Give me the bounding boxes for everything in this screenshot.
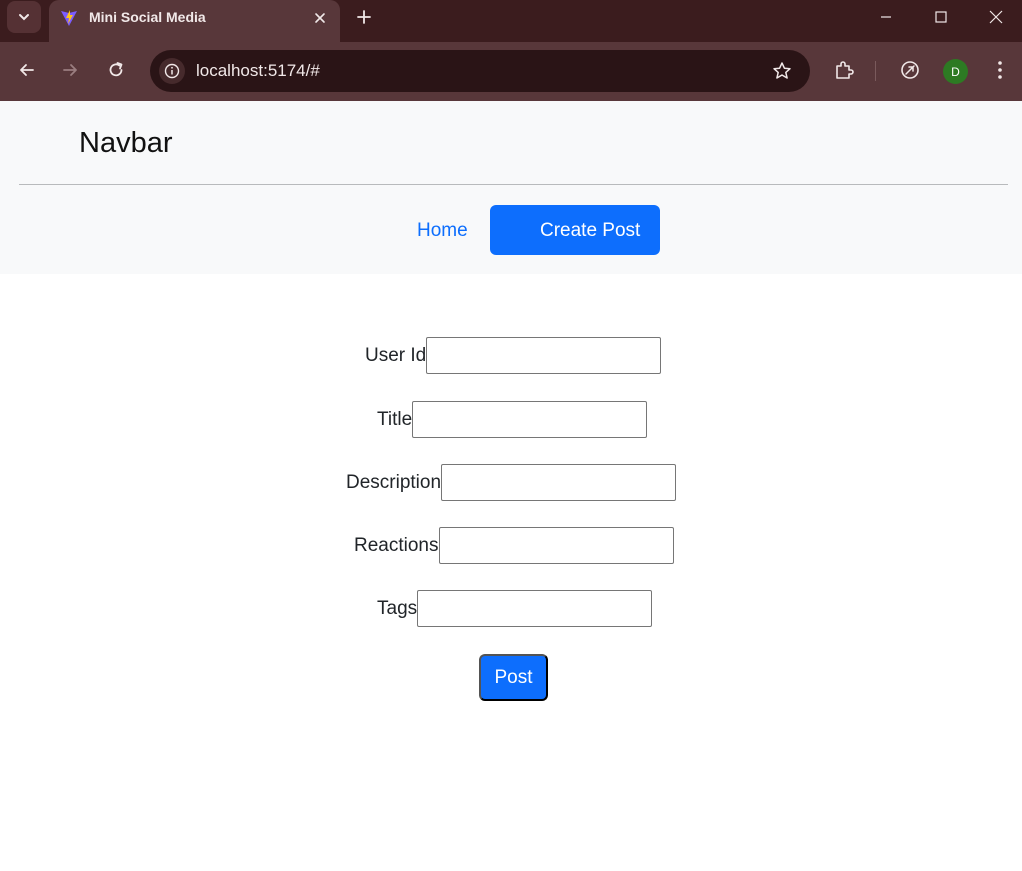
forward-button[interactable] <box>55 55 85 85</box>
browser-tab-bar: Mini Social Media <box>0 0 1022 42</box>
info-icon <box>164 63 180 79</box>
tab-close-button[interactable] <box>310 8 330 28</box>
navbar-divider <box>19 184 1008 185</box>
bookmark-button[interactable] <box>770 59 794 83</box>
title-label: Title <box>377 408 413 430</box>
title-input[interactable] <box>412 401 648 438</box>
plus-icon <box>357 10 371 24</box>
nav-link-create-post[interactable]: Create Post <box>490 205 660 255</box>
url-text[interactable]: localhost:5174/# <box>196 61 320 81</box>
close-icon <box>315 13 325 23</box>
reactions-label: Reactions <box>354 534 439 556</box>
new-tab-button[interactable] <box>352 5 376 29</box>
close-icon <box>989 10 1003 24</box>
post-button[interactable]: Post <box>479 654 548 701</box>
tags-input[interactable] <box>417 590 653 627</box>
tab-title: Mini Social Media <box>89 9 206 25</box>
user-id-row: User Id <box>365 337 662 374</box>
description-input[interactable] <box>441 464 677 501</box>
extensions-button[interactable] <box>831 57 857 83</box>
leaf-icon <box>901 61 919 79</box>
chevron-down-icon <box>19 14 29 21</box>
description-label: Description <box>346 471 442 493</box>
minimize-button[interactable] <box>858 0 914 34</box>
site-navbar: Navbar Home Create Post <box>0 101 1022 274</box>
reactions-input[interactable] <box>438 527 674 564</box>
description-row: Description <box>346 464 677 501</box>
address-bar[interactable]: localhost:5174/# <box>150 50 810 92</box>
profile-avatar[interactable]: D <box>943 59 968 84</box>
back-button[interactable] <box>12 55 42 85</box>
reactions-row: Reactions <box>354 527 674 564</box>
browser-tab[interactable]: Mini Social Media <box>49 0 340 42</box>
window-close-button[interactable] <box>968 0 1022 34</box>
star-icon <box>773 62 791 79</box>
nav-link-home[interactable]: Home <box>417 220 468 242</box>
reload-button[interactable] <box>101 55 131 85</box>
tags-label: Tags <box>377 597 418 619</box>
vite-logo-icon <box>61 10 77 26</box>
tags-row: Tags <box>377 590 653 627</box>
title-row: Title <box>377 401 648 438</box>
maximize-button[interactable] <box>913 0 969 34</box>
site-info-button[interactable] <box>159 58 185 84</box>
puzzle-icon <box>836 61 854 79</box>
user-id-input[interactable] <box>426 337 662 374</box>
performance-button[interactable] <box>897 57 923 83</box>
tab-search-button[interactable] <box>7 1 41 33</box>
arrow-left-icon <box>20 64 34 76</box>
kebab-menu-icon <box>998 61 1002 79</box>
navbar-brand[interactable]: Navbar <box>79 127 173 160</box>
toolbar-divider <box>875 61 876 81</box>
reload-icon <box>109 62 123 77</box>
nav-link-create-post-label: Create Post <box>540 220 641 241</box>
arrow-right-icon <box>63 64 77 76</box>
menu-button[interactable] <box>987 57 1013 83</box>
minimize-icon <box>881 16 891 18</box>
browser-toolbar: localhost:5174/# D <box>0 42 1022 101</box>
maximize-icon <box>935 11 947 23</box>
user-id-label: User Id <box>365 344 427 366</box>
